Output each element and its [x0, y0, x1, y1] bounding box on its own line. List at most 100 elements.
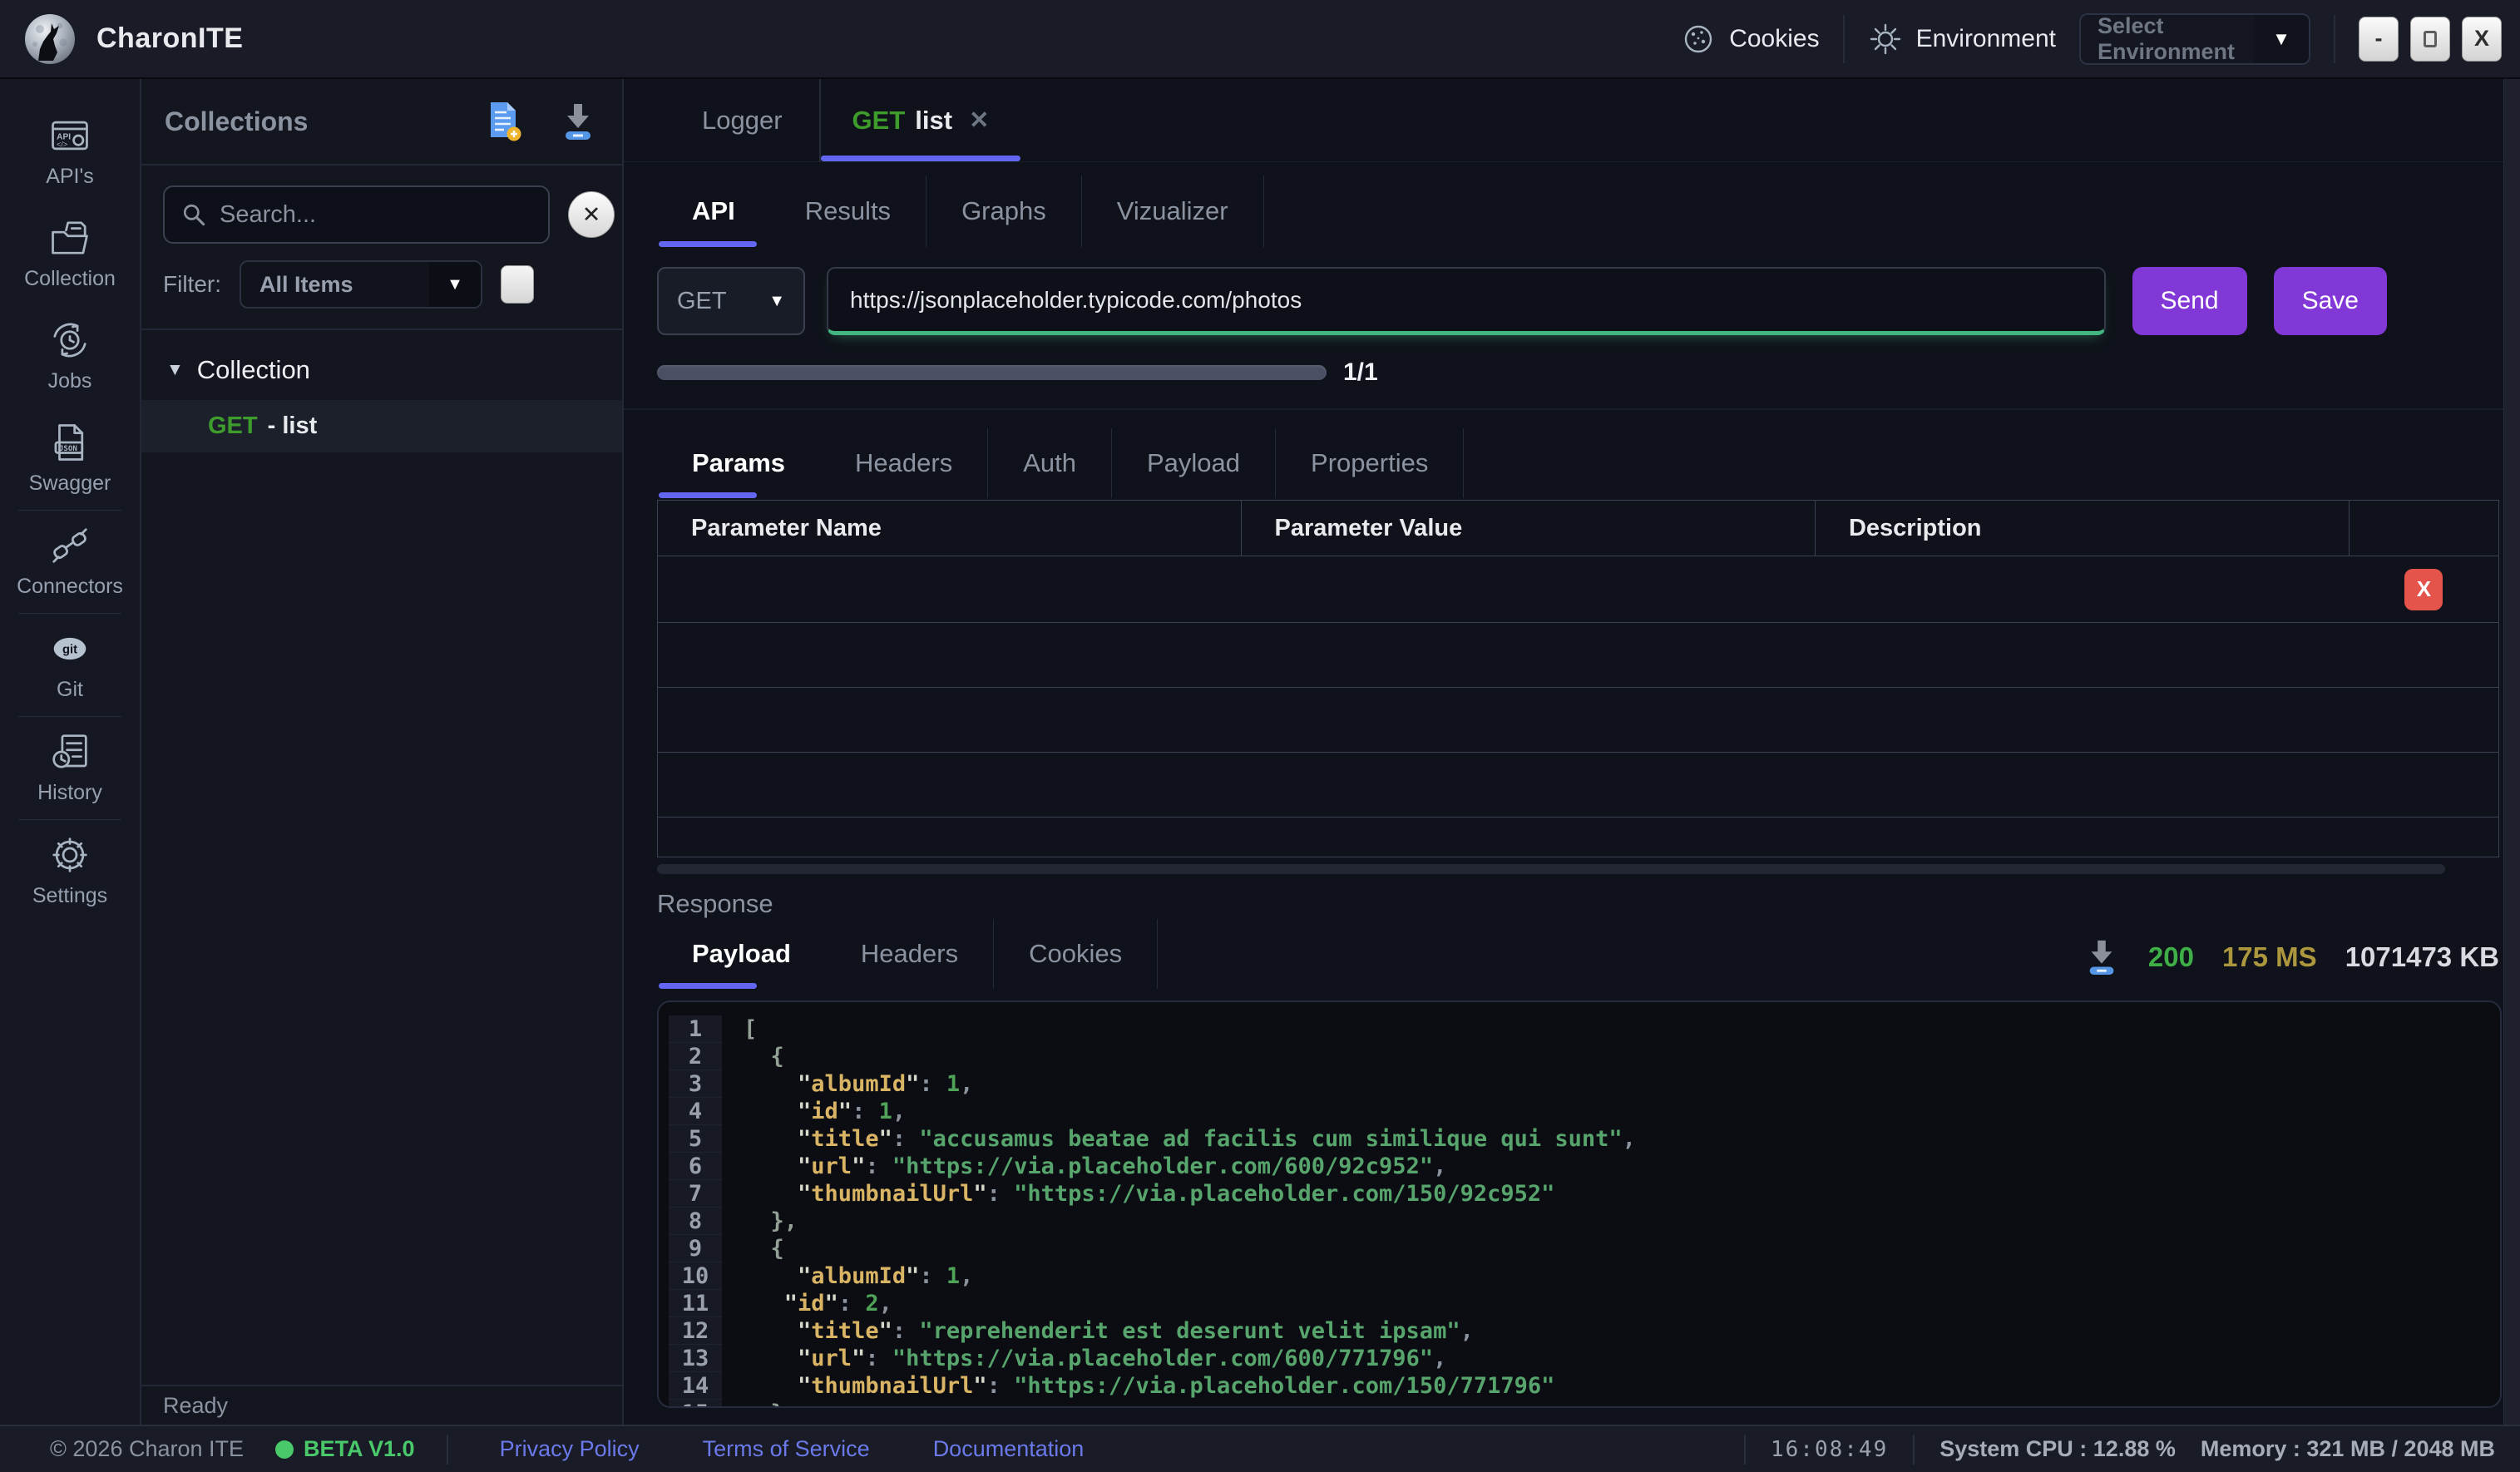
- method-select[interactable]: GET ▼: [657, 267, 805, 335]
- request-method-badge: GET: [208, 412, 258, 440]
- delete-row-button[interactable]: X: [2404, 569, 2443, 610]
- response-payload-viewer[interactable]: 1[2 {3 "albumId": 1,4 "id": 1,5 "title":…: [657, 1000, 2502, 1408]
- tab-headers[interactable]: Headers: [820, 428, 988, 498]
- terms-of-service-link[interactable]: Terms of Service: [703, 1436, 870, 1462]
- minimize-button[interactable]: -: [2359, 17, 2399, 62]
- column-header-description: Description: [1816, 501, 2350, 556]
- column-header-name: Parameter Name: [658, 501, 1242, 556]
- beta-label: BETA V1.0: [304, 1436, 415, 1462]
- table-row: X: [658, 556, 2498, 622]
- tab-get-list[interactable]: GET list ✕: [819, 79, 1021, 161]
- tab-response-cookies[interactable]: Cookies: [994, 919, 1158, 989]
- tab-auth[interactable]: Auth: [988, 428, 1112, 498]
- maximize-button[interactable]: [2410, 17, 2450, 62]
- request-detail-tabs: Params Headers Auth Payload Properties: [657, 428, 2520, 498]
- clock: 16:08:49: [1771, 1437, 1888, 1462]
- search-input[interactable]: [220, 201, 533, 229]
- footer: © 2026 Charon ITE BETA V1.0 Privacy Poli…: [0, 1425, 2520, 1472]
- code-line: 8 },: [659, 1208, 2500, 1235]
- download-response-icon[interactable]: [2083, 937, 2120, 977]
- apis-icon: API </>: [49, 115, 91, 156]
- progress-bar: [657, 365, 1327, 380]
- topbar-divider: [2334, 15, 2335, 63]
- environment-select[interactable]: Select Environment ▼: [2079, 13, 2310, 65]
- collection-tree-root[interactable]: ▼ Collection: [141, 348, 622, 392]
- privacy-policy-link[interactable]: Privacy Policy: [500, 1436, 640, 1462]
- filter-select[interactable]: All Items ▼: [240, 260, 482, 309]
- sidebar-item-connectors[interactable]: Connectors: [0, 511, 140, 613]
- param-description-cell[interactable]: [1816, 556, 2350, 622]
- collection-request-item[interactable]: GET - list: [141, 400, 622, 452]
- send-button[interactable]: Send: [2132, 267, 2247, 335]
- sidebar-item-history[interactable]: History: [0, 717, 140, 819]
- tab-api[interactable]: API: [657, 175, 770, 247]
- app-title: CharonITE: [96, 22, 243, 55]
- tab-logger[interactable]: Logger: [665, 79, 819, 161]
- sidebar-item-settings[interactable]: Settings: [0, 820, 140, 922]
- topbar-divider: [1843, 15, 1845, 63]
- code-line: 15 },: [659, 1400, 2500, 1408]
- horizontal-scrollbar[interactable]: [657, 864, 2445, 874]
- code-line: 13 "url": "https://via.placeholder.com/6…: [659, 1345, 2500, 1372]
- collection-root-label: Collection: [197, 355, 310, 385]
- url-input[interactable]: [828, 287, 2104, 314]
- column-header-actions: [2350, 501, 2498, 556]
- chevron-down-icon: ▼: [768, 292, 785, 311]
- tab-payload[interactable]: Payload: [1112, 428, 1276, 498]
- param-name-cell[interactable]: [658, 556, 1242, 622]
- close-tab-icon[interactable]: ✕: [969, 106, 989, 135]
- code-line: 1[: [659, 1015, 2500, 1043]
- sidebar-item-label: Swagger: [29, 472, 111, 496]
- tab-properties[interactable]: Properties: [1276, 428, 1464, 498]
- tab-params[interactable]: Params: [657, 428, 820, 498]
- filter-checkbox[interactable]: [501, 265, 534, 304]
- new-collection-icon[interactable]: [486, 101, 522, 142]
- collection-folder-icon: [49, 217, 91, 259]
- search-icon: [180, 200, 208, 229]
- collections-title: Collections: [165, 106, 308, 137]
- sidebar-item-collection[interactable]: Collection: [0, 203, 140, 305]
- param-value-cell[interactable]: [1242, 556, 1816, 622]
- close-button[interactable]: X: [2462, 17, 2502, 62]
- documentation-link[interactable]: Documentation: [933, 1436, 1085, 1462]
- cookies-label: Cookies: [1729, 25, 1819, 53]
- code-line: 7 "thumbnailUrl": "https://via.placehold…: [659, 1180, 2500, 1208]
- sidebar-item-jobs[interactable]: Jobs: [0, 305, 140, 408]
- code-line: 5 "title": "accusamus beatae ad facilis …: [659, 1125, 2500, 1153]
- tab-graphs[interactable]: Graphs: [926, 175, 1082, 247]
- tab-response-payload[interactable]: Payload: [657, 919, 826, 989]
- environment-button[interactable]: Environment: [1868, 22, 2056, 57]
- code-line: 2 {: [659, 1043, 2500, 1070]
- cookies-button[interactable]: Cookies: [1681, 22, 1819, 57]
- history-icon: [49, 731, 91, 773]
- request-bar: GET ▼ Send Save: [657, 267, 2387, 335]
- response-size: 1071473 KB: [2345, 941, 2499, 973]
- sidebar-item-label: Jobs: [48, 369, 92, 393]
- app-window: CharonITE Cookies: [0, 0, 2520, 1472]
- tab-results[interactable]: Results: [770, 175, 926, 247]
- sidebar-item-git[interactable]: git Git: [0, 614, 140, 716]
- tab-vizualizer[interactable]: Vizualizer: [1082, 175, 1264, 247]
- sidebar-item-label: API's: [46, 165, 94, 189]
- request-name: - list: [268, 412, 318, 440]
- vertical-scrollbar[interactable]: [2503, 79, 2520, 1425]
- chevron-down-icon: ▼: [429, 262, 481, 307]
- brand: CharonITE: [23, 12, 243, 66]
- filter-row: Filter: All Items ▼: [141, 254, 622, 330]
- tab-response-headers[interactable]: Headers: [826, 919, 994, 989]
- params-table-header: Parameter Name Parameter Value Descripti…: [658, 501, 2498, 556]
- response-stats: 200 175 MS 1071473 KB: [2083, 937, 2499, 989]
- save-button[interactable]: Save: [2274, 267, 2387, 335]
- params-table: Parameter Name Parameter Value Descripti…: [657, 500, 2499, 857]
- sidebar-item-label: Collection: [24, 267, 116, 291]
- import-collection-icon[interactable]: [559, 101, 597, 142]
- search-box[interactable]: [163, 185, 550, 244]
- collections-header: Collections: [141, 79, 622, 165]
- clear-search-button[interactable]: ✕: [568, 191, 615, 238]
- code-line: 11 "id": 2,: [659, 1290, 2500, 1317]
- sidebar-item-apis[interactable]: API </> API's: [0, 101, 140, 203]
- code-line: 14 "thumbnailUrl": "https://via.placehol…: [659, 1372, 2500, 1400]
- svg-text:</>: </>: [57, 141, 67, 149]
- sidebar-item-swagger[interactable]: JSON Swagger: [0, 408, 140, 510]
- code-line: 6 "url": "https://via.placeholder.com/60…: [659, 1153, 2500, 1180]
